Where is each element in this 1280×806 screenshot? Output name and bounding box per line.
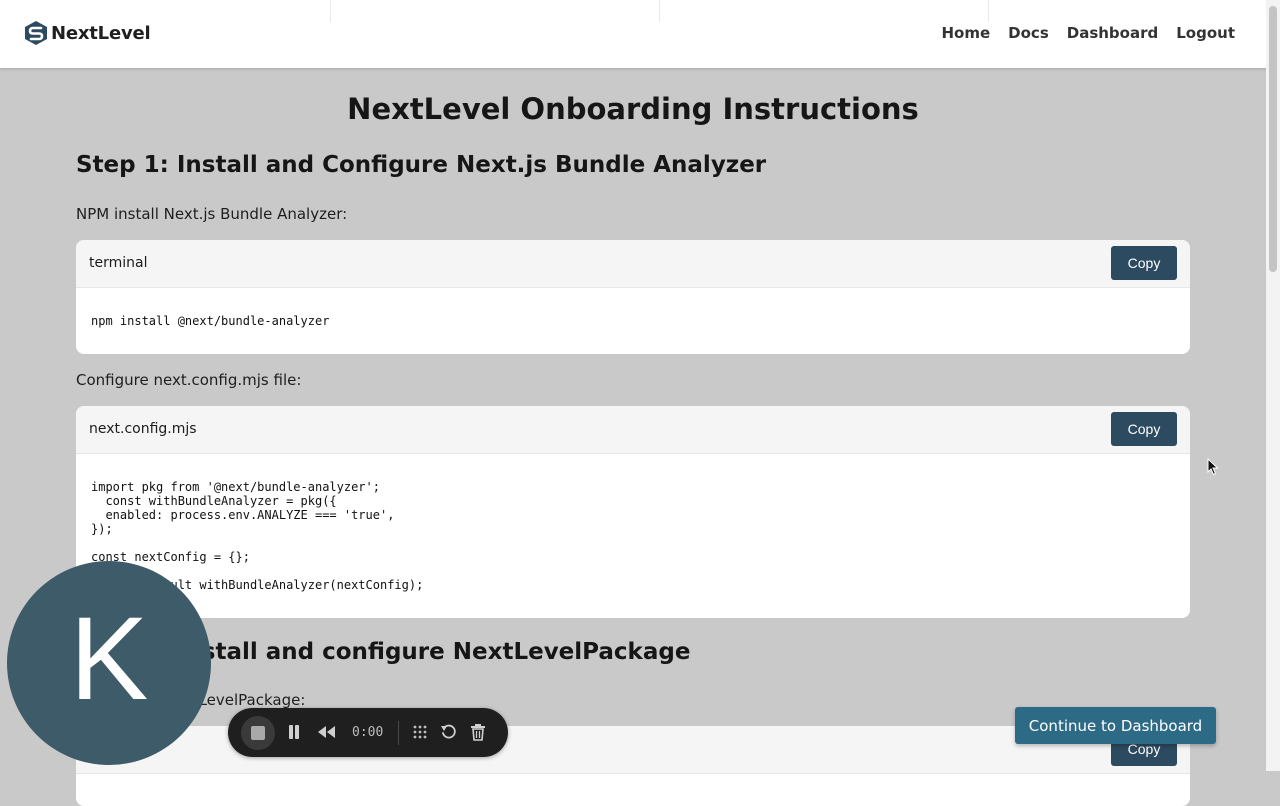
avatar-initial: K [69,593,149,725]
code-block-filename: next.config.mjs [89,421,197,437]
scrollbar-thumb[interactable] [1269,6,1277,272]
code-block-filename: terminal [89,255,148,271]
recording-timer: 0:00 [352,725,384,740]
webcam-avatar: K [7,561,211,765]
divider [988,0,989,22]
step-1-title: Step 1: Install and Configure Next.js Bu… [76,152,767,178]
terminal-code-block: terminal Copy npm install @next/bundle-a… [76,240,1190,354]
divider [659,0,660,22]
brand-name: NextLevel [51,22,151,44]
stop-recording-button[interactable] [241,716,275,750]
continue-to-dashboard-button[interactable]: Continue to Dashboard [1015,707,1216,744]
divider [330,0,331,22]
nav-logout-link[interactable]: Logout [1176,24,1235,42]
rewind-icon[interactable] [317,723,337,741]
mouse-cursor-icon [1207,458,1219,476]
npm-install-instruction: NPM install Next.js Bundle Analyzer: [76,205,348,223]
main-nav: Home Docs Dashboard Logout [942,24,1236,42]
restart-icon[interactable] [440,723,458,741]
nav-docs-link[interactable]: Docs [1008,24,1049,42]
terminal-code: npm install @next/bundle-analyzer [91,314,330,328]
brand-logo-link[interactable]: NextLevel [24,20,151,46]
copy-config-button[interactable]: Copy [1111,412,1177,446]
config-code-block: next.config.mjs Copy import pkg from '@n… [76,406,1190,618]
grid-dots-icon[interactable] [411,723,429,741]
nav-dashboard-link[interactable]: Dashboard [1067,24,1158,42]
nextlevel-logo-icon [25,21,47,45]
page-scrollbar[interactable] [1266,0,1280,771]
code-block-header: terminal Copy [76,240,1190,288]
config-code: import pkg from '@next/bundle-analyzer';… [91,480,424,592]
page-title: NextLevel Onboarding Instructions [347,92,919,126]
stop-icon [251,726,265,740]
nav-home-link[interactable]: Home [942,24,991,42]
copy-terminal-button[interactable]: Copy [1111,246,1177,280]
divider [398,721,399,745]
configure-instruction: Configure next.config.mjs file: [76,371,302,389]
delete-icon[interactable] [470,723,486,741]
top-navbar: NextLevel Home Docs Dashboard Logout [0,0,1280,68]
pause-icon[interactable] [287,723,301,741]
code-block-header: next.config.mjs Copy [76,406,1190,454]
recording-controls: 0:00 [228,708,508,757]
